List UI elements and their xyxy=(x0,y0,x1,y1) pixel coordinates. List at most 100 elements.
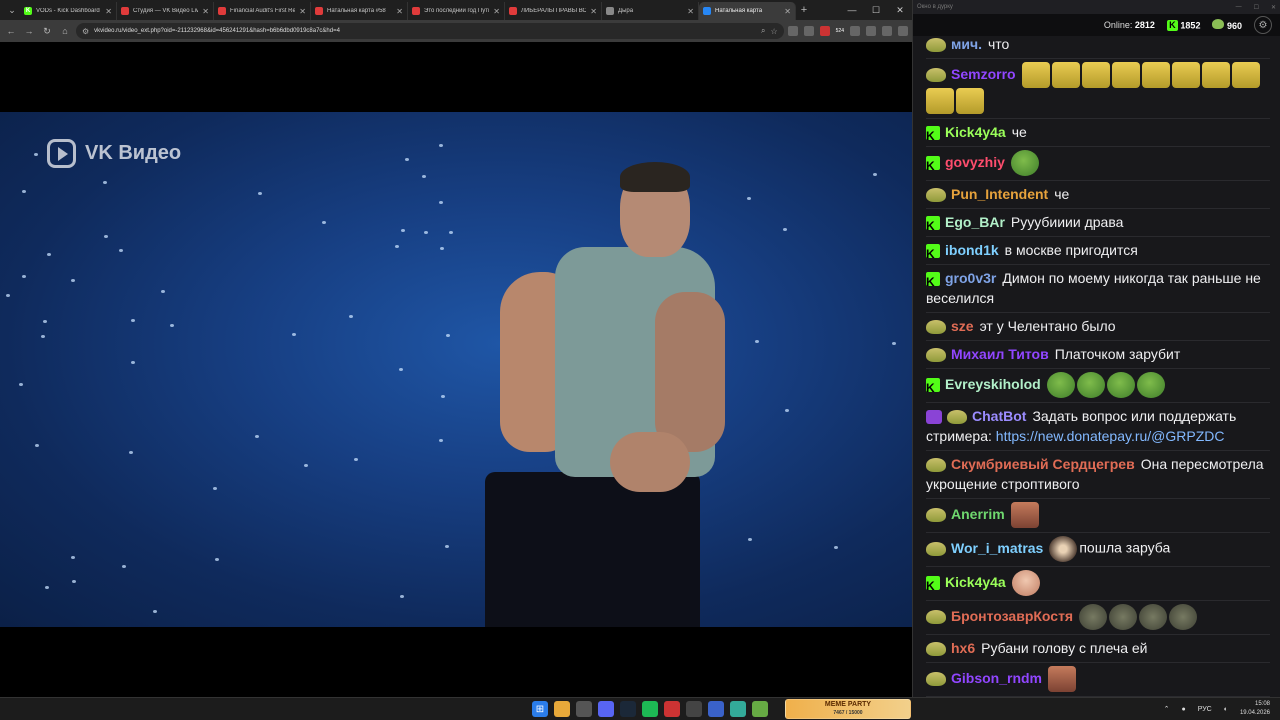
emote-frog-icon[interactable] xyxy=(1139,604,1168,630)
emote-smile-icon[interactable] xyxy=(1051,62,1080,88)
tab-search-icon[interactable]: ⌄ xyxy=(4,2,20,18)
app-icon[interactable] xyxy=(730,701,746,717)
emote-pepe-icon[interactable] xyxy=(1010,150,1039,176)
reload-icon[interactable]: ↻ xyxy=(40,24,54,38)
download-icon[interactable] xyxy=(866,26,876,36)
browser-tab[interactable]: Financial Audit's First Research✕ xyxy=(214,2,311,20)
tab-close-icon[interactable]: ✕ xyxy=(105,7,112,16)
obs-icon[interactable] xyxy=(576,701,592,717)
bookmark-star-icon[interactable]: ☆ xyxy=(770,27,777,36)
browser-tab[interactable]: ЛИБЕРАЛЫ ПРАВЫ ВО ВСЁМ ✕ xyxy=(505,2,602,20)
new-tab-button[interactable]: + xyxy=(796,4,812,16)
close-icon[interactable]: ✕ xyxy=(1271,4,1276,11)
chat-username[interactable]: Semzorro xyxy=(951,66,1016,82)
settings-gear-icon[interactable]: ⚙ xyxy=(1254,16,1272,34)
extension-icon[interactable] xyxy=(803,26,814,36)
emote-smile-icon[interactable] xyxy=(1171,62,1200,88)
video-player[interactable]: VK Видео xyxy=(0,42,912,697)
emote-frog-icon[interactable] xyxy=(1079,604,1108,630)
chevron-up-icon[interactable]: ⌃ xyxy=(1164,705,1170,713)
microphone-icon[interactable]: ● xyxy=(1181,706,1185,713)
app-icon[interactable] xyxy=(752,701,768,717)
close-icon[interactable]: ✕ xyxy=(888,5,912,16)
chat-username[interactable]: ChatBot xyxy=(972,408,1026,424)
emote-smile-icon[interactable] xyxy=(956,88,984,114)
chat-username[interactable]: Wor_i_matras xyxy=(951,540,1043,556)
discord-icon[interactable] xyxy=(598,701,614,717)
maximize-icon[interactable]: ☐ xyxy=(864,5,888,16)
steam-icon[interactable] xyxy=(620,701,636,717)
app-icon[interactable] xyxy=(708,701,724,717)
chat-messages[interactable]: K7iLuminateразговоры о важноммич.чтоSemz… xyxy=(913,36,1280,697)
emote-frog-icon[interactable] xyxy=(1169,604,1198,630)
chrome-icon[interactable] xyxy=(554,701,570,717)
emote-bald-icon[interactable] xyxy=(1011,570,1040,596)
app-icon[interactable] xyxy=(664,701,680,717)
url-field[interactable]: ⚙ vkvideo.ru/video_ext.php?oid=-21123296… xyxy=(76,23,784,39)
minimize-icon[interactable]: — xyxy=(1236,4,1242,11)
chat-username[interactable]: govyzhiy xyxy=(945,154,1005,170)
chat-username[interactable]: Pun_Intendent xyxy=(951,186,1048,202)
video-frame[interactable]: VK Видео xyxy=(0,112,912,627)
volume-icon[interactable]: ◐ xyxy=(1224,706,1228,713)
tab-close-icon[interactable]: ✕ xyxy=(784,7,791,16)
emote-smile-icon[interactable] xyxy=(1231,62,1260,88)
browser-tab[interactable]: Дыра ✕ xyxy=(602,2,699,20)
chat-username[interactable]: Ego_BAr xyxy=(945,214,1005,230)
meme-party-widget[interactable]: MEME PARTY 7467 / 15000 xyxy=(785,699,911,719)
emote-frog-icon[interactable] xyxy=(1109,604,1138,630)
chat-username[interactable]: Evreyskiholod xyxy=(945,376,1041,392)
extension-icon[interactable] xyxy=(787,26,798,36)
emote-pepe-icon[interactable] xyxy=(1076,372,1105,398)
emote-pepe-icon[interactable] xyxy=(1136,372,1165,398)
chat-username[interactable]: Anerrim xyxy=(951,506,1005,522)
app-icon[interactable] xyxy=(686,701,702,717)
site-info-icon[interactable]: ⚙ xyxy=(82,27,89,36)
chat-username[interactable]: hx6 xyxy=(951,640,975,656)
emote-smile-icon[interactable] xyxy=(926,88,954,114)
back-icon[interactable]: ← xyxy=(4,24,18,38)
profile-icon[interactable] xyxy=(882,26,892,36)
extension-icon[interactable] xyxy=(819,26,830,36)
minimize-icon[interactable]: — xyxy=(840,5,864,16)
clock[interactable]: 15:08 19.04.2026 xyxy=(1240,700,1270,718)
chat-username[interactable]: Gibson_rndm xyxy=(951,670,1042,686)
emote-face-icon[interactable] xyxy=(1010,502,1039,528)
browser-tab[interactable]: Студия — VK Видео Live ✕ xyxy=(117,2,214,20)
home-icon[interactable]: ⌂ xyxy=(58,24,72,38)
chat-username[interactable]: ibond1k xyxy=(945,242,999,258)
tab-close-icon[interactable]: ✕ xyxy=(396,7,403,16)
chat-username[interactable]: Михаил Титов xyxy=(951,346,1049,362)
emote-smile-icon[interactable] xyxy=(1081,62,1110,88)
chat-username[interactable]: Kick4y4a xyxy=(945,574,1006,590)
emote-smile-icon[interactable] xyxy=(1111,62,1140,88)
tab-close-icon[interactable]: ✕ xyxy=(299,7,306,16)
tab-close-icon[interactable]: ✕ xyxy=(687,7,694,16)
menu-kebab-icon[interactable] xyxy=(898,26,908,36)
emote-pug-icon[interactable] xyxy=(1049,536,1078,562)
browser-tab[interactable]: Это последний год Путина ✕ xyxy=(408,2,505,20)
emote-pepe-icon[interactable] xyxy=(1106,372,1135,398)
emote-pepe-icon[interactable] xyxy=(1046,372,1075,398)
emote-smile-icon[interactable] xyxy=(1201,62,1230,88)
forward-icon[interactable]: → xyxy=(22,24,36,38)
browser-tab[interactable]: K VODs - Kick Dashboard ✕ xyxy=(20,2,117,20)
browser-tab[interactable]: Натальная карта ✕ xyxy=(699,2,796,20)
chat-username[interactable]: gro0v3r xyxy=(945,270,996,286)
chat-username[interactable]: sze xyxy=(951,318,974,334)
emote-face-icon[interactable] xyxy=(1048,666,1077,692)
windows-start-icon[interactable]: ⊞ xyxy=(532,701,548,717)
emote-smile-icon[interactable] xyxy=(1021,62,1050,88)
emote-smile-icon[interactable] xyxy=(1141,62,1170,88)
language-indicator[interactable]: РУС xyxy=(1198,706,1212,713)
chat-username[interactable]: Скумбриевый Сердцегрев xyxy=(951,456,1135,472)
chat-username[interactable]: БронтозаврКостя xyxy=(951,608,1073,624)
maximize-icon[interactable]: ☐ xyxy=(1254,4,1259,11)
chat-username[interactable]: мич. xyxy=(951,36,982,52)
browser-tab[interactable]: Натальная карта #58 ✕ xyxy=(311,2,408,20)
chat-username[interactable]: Kick4y4a xyxy=(945,124,1006,140)
extensions-puzzle-icon[interactable] xyxy=(850,26,860,36)
tab-close-icon[interactable]: ✕ xyxy=(493,7,500,16)
spotify-icon[interactable] xyxy=(642,701,658,717)
chat-link[interactable]: https://new.donatepay.ru/@GRPZDC xyxy=(996,428,1225,444)
